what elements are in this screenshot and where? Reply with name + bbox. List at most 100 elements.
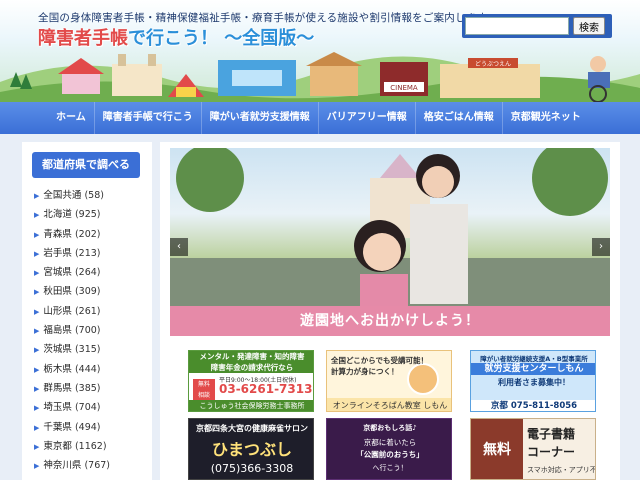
- banner-phone: (075)366-3308: [210, 462, 294, 475]
- prefecture-item[interactable]: ▶ 岩手県 (213): [34, 244, 152, 263]
- prefecture-name: 全国共通: [43, 190, 82, 201]
- prefecture-name: 埼玉県: [43, 402, 72, 414]
- prefecture-list: ▶ 全国共通 (58) ▶ 北海道 (925) ▶ 青森県 (202) ▶ 岩手県 (2…: [34, 186, 152, 475]
- bullet-icon: ▶: [34, 423, 40, 432]
- prefecture-count: (700): [74, 325, 101, 337]
- banner-kyoto-stories[interactable]: 京都おもしろ話♪ 京都に着いたら 「公園前のおうち」 へ行こう！: [326, 418, 452, 480]
- prefecture-item[interactable]: ▶ 青森県 (202): [34, 225, 152, 244]
- cat-icon: [407, 363, 439, 395]
- nav-employment[interactable]: 障がい者就労支援情報: [202, 102, 319, 134]
- bullet-icon: ▶: [34, 269, 40, 278]
- banner-line: 京都四条大宮の健康麻雀サロン: [196, 424, 308, 433]
- prefecture-count: (58): [84, 190, 104, 201]
- prefecture-item[interactable]: ▶ 埼玉県 (704): [34, 398, 152, 417]
- search-form: 検索: [462, 14, 612, 38]
- slider-caption: 遊園地へお出かけしよう！: [300, 313, 480, 329]
- nav-kyoto-tourism[interactable]: 京都観光ネット: [503, 102, 589, 134]
- prefecture-name: 山形県: [43, 305, 72, 317]
- bullet-icon: ▶: [34, 462, 40, 471]
- prefecture-count: (202): [74, 228, 101, 240]
- banner-employment-center[interactable]: 障がい者就労継続支援A・B型事業所 就労支援センターしもん 利用者さま募集中！ …: [470, 350, 596, 412]
- site-title-prefix: 障害者手帳: [38, 28, 128, 49]
- bullet-icon: ▶: [34, 192, 40, 200]
- search-button[interactable]: 検索: [573, 17, 605, 35]
- prefecture-count: (213): [74, 247, 101, 259]
- prefecture-item[interactable]: ▶ 栃木県 (444): [34, 360, 152, 379]
- banner-phone: 03-6261-7313: [219, 382, 313, 396]
- search-input[interactable]: [465, 17, 569, 35]
- header-tagline: 全国の身体障害者手帳・精神保健福祉手帳・療育手帳が使える施設や割引情報をご案内し…: [38, 12, 497, 24]
- prefecture-count: (309): [74, 286, 101, 298]
- prefecture-name: 東京都: [43, 440, 72, 452]
- banner-line: 障がい者就労継続支援A・B型事業所: [480, 355, 588, 363]
- banner-line: コーナー: [527, 445, 576, 459]
- banner-line: 京都に着いたら: [363, 438, 417, 447]
- prefecture-item[interactable]: ▶ 神奈川県 (767): [34, 456, 152, 475]
- bullet-icon: ▶: [34, 384, 40, 393]
- prefecture-name: 茨城県: [43, 344, 72, 356]
- banner-line: 計算力が身につく！: [331, 367, 399, 376]
- hero-slider[interactable]: 遊園地へお出かけしよう！ ‹ ›: [170, 148, 610, 336]
- prefecture-count: (1162): [74, 440, 107, 452]
- prefecture-item[interactable]: ▶ 北海道 (925): [34, 205, 152, 224]
- prefecture-item[interactable]: ▶ 茨城県 (315): [34, 340, 152, 359]
- prefecture-item[interactable]: ▶ 宮城県 (264): [34, 263, 152, 282]
- prefecture-item[interactable]: ▶ 秋田県 (309): [34, 282, 152, 301]
- prefecture-count: (494): [74, 421, 101, 433]
- banner-header: メンタル・発達障害・知的障害 障害年金の請求代行なら: [189, 351, 313, 373]
- prefecture-name: 青森県: [43, 228, 72, 240]
- prefecture-count: (261): [74, 305, 101, 317]
- prefecture-name: 岩手県: [43, 247, 72, 259]
- header-illustration: CINEMA どうぶつえん: [0, 52, 640, 102]
- banner-line: 電子書籍: [527, 427, 576, 441]
- site-header: CINEMA どうぶつえん 全国の身体障害者手帳・精神保健福祉手帳・療育手帳が使…: [0, 0, 640, 102]
- banner-line: 京都おもしろ話♪: [363, 424, 417, 432]
- banner-phone: 京都 075-811-8056: [471, 400, 595, 411]
- prefecture-name: 福島県: [43, 325, 72, 337]
- prefecture-item[interactable]: ▶ 山形県 (261): [34, 302, 152, 321]
- nav-barrier-free[interactable]: バリアフリー情報: [319, 102, 416, 134]
- bullet-icon: ▶: [34, 307, 40, 316]
- banner-line: 無料: [471, 419, 523, 479]
- nav-techou[interactable]: 障害者手帳で行こう: [95, 102, 202, 134]
- prefecture-count: (264): [74, 267, 101, 279]
- bullet-icon: ▶: [34, 249, 40, 258]
- banner-pension-consult[interactable]: メンタル・発達障害・知的障害 障害年金の請求代行なら 無料 相談 平日9:00〜…: [188, 350, 314, 412]
- banner-line: 「公園前のおうち」: [356, 450, 424, 459]
- prefecture-item[interactable]: ▶ 千葉県 (494): [34, 418, 152, 437]
- prefecture-item[interactable]: ▶ 福島県 (700): [34, 321, 152, 340]
- bullet-icon: ▶: [34, 404, 40, 413]
- banner-line: へ行こう！: [372, 464, 408, 472]
- banner-line: ひまつぶし: [211, 440, 292, 459]
- zoo-sign: どうぶつえん: [475, 60, 511, 68]
- main-nav: ホーム 障害者手帳で行こう 障がい者就労支援情報 バリアフリー情報 格安ごはん情…: [0, 102, 640, 134]
- banner-line: 全国どこからでも受講可能！: [331, 356, 429, 365]
- slider-next-button[interactable]: ›: [592, 238, 610, 256]
- banner-office: こうしゅう社会保険労務士事務所: [189, 400, 313, 411]
- slider-prev-button[interactable]: ‹: [170, 238, 188, 256]
- prefecture-count: (315): [74, 344, 101, 356]
- bullet-icon: ▶: [34, 346, 40, 355]
- main-content: 遊園地へお出かけしよう！ ‹ › メンタル・発達障害・知的障害 障害年金の請求代…: [160, 142, 620, 480]
- site-title-suffix: で行こう！ 〜全国版〜: [128, 28, 315, 49]
- prefecture-item[interactable]: ▶ 全国共通 (58): [34, 186, 152, 205]
- nav-cheap-food[interactable]: 格安ごはん情報: [416, 102, 503, 134]
- prefecture-name: 秋田県: [43, 286, 72, 298]
- banner-soroban[interactable]: 全国どこからでも受講可能！ 計算力が身につく！ オンラインそろばん教室 しもん: [326, 350, 452, 412]
- prefecture-name: 栃木県: [43, 363, 72, 375]
- sidebar-heading: 都道府県で調べる: [32, 152, 140, 178]
- prefecture-item[interactable]: ▶ 東京都 (1162): [34, 437, 152, 456]
- bullet-icon: ▶: [34, 211, 40, 220]
- nav-home[interactable]: ホーム: [48, 102, 95, 134]
- cinema-sign: CINEMA: [390, 84, 418, 92]
- prefecture-count: (444): [74, 363, 101, 375]
- prefecture-item[interactable]: ▶ 群馬県 (385): [34, 379, 152, 398]
- free-consult-badge: 無料 相談: [193, 379, 215, 401]
- site-title[interactable]: 障害者手帳で行こう！ 〜全国版〜: [38, 24, 314, 50]
- prefecture-count: (925): [74, 209, 101, 221]
- banner-mahjong-salon[interactable]: 京都四条大宮の健康麻雀サロン ひまつぶし (075)366-3308: [188, 418, 314, 480]
- prefecture-count: (704): [74, 402, 101, 414]
- banner-ebook-corner[interactable]: 無料 電子書籍 コーナー スマホ対応・アプリ不要: [470, 418, 596, 480]
- bullet-icon: ▶: [34, 365, 40, 374]
- bullet-icon: ▶: [34, 288, 40, 297]
